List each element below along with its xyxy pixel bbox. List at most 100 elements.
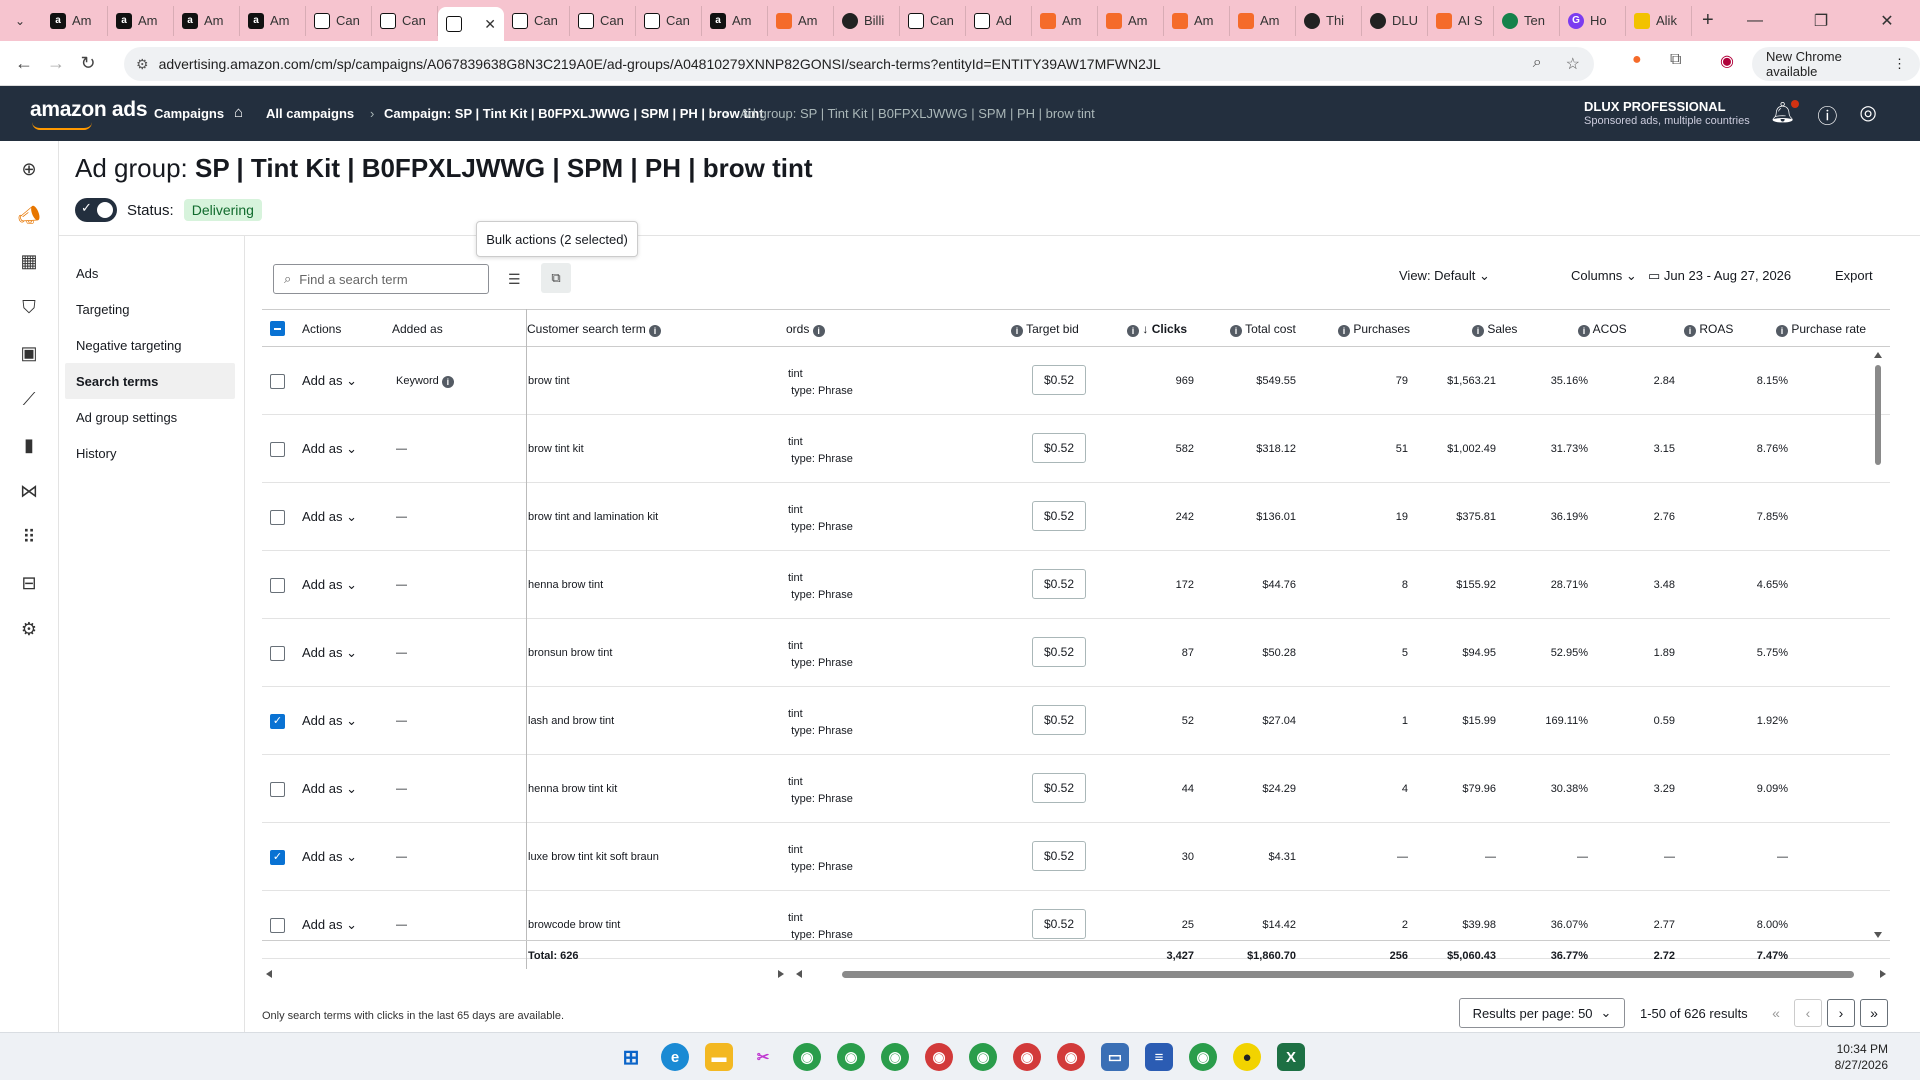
home-icon[interactable]: ⌂: [234, 104, 243, 121]
ad-group-toggle[interactable]: ✓: [75, 198, 117, 222]
header-purchases[interactable]: i Purchases: [1338, 322, 1410, 337]
target-bid-input[interactable]: $0.52: [1032, 433, 1086, 463]
add-as-dropdown[interactable]: Add as ⌄: [302, 645, 357, 661]
header-roas[interactable]: i ROAS: [1684, 322, 1733, 337]
file-explorer-icon[interactable]: ▬: [705, 1043, 733, 1071]
briefcase-icon[interactable]: ⊟: [17, 571, 41, 595]
notepad-icon[interactable]: ≡: [1145, 1043, 1173, 1071]
browser-tab[interactable]: G Ho: [1560, 5, 1626, 36]
bulk-actions-icon[interactable]: ⧉: [541, 263, 571, 293]
restore-icon[interactable]: ❐: [1788, 11, 1854, 31]
header-clicks[interactable]: i ↓ Clicks: [1127, 322, 1187, 337]
browser-tab[interactable]: Can: [636, 5, 702, 36]
reload-icon[interactable]: ↻: [72, 53, 104, 74]
target-bid-input[interactable]: $0.52: [1032, 365, 1086, 395]
row-checkbox[interactable]: [270, 374, 285, 389]
first-page-icon[interactable]: «: [1762, 999, 1790, 1027]
add-as-dropdown[interactable]: Add as ⌄: [302, 441, 357, 457]
shield-icon[interactable]: ⛉: [17, 295, 41, 319]
chrome-icon[interactable]: ◉: [1013, 1043, 1041, 1071]
line-chart-icon[interactable]: ⟋: [17, 387, 41, 411]
close-tab-icon[interactable]: ✕: [484, 16, 496, 33]
sidenav-item-ad-group-settings[interactable]: Ad group settings: [65, 399, 235, 435]
header-purchase-rate[interactable]: i Purchase rate: [1776, 322, 1866, 337]
browser-tab[interactable]: Can: [372, 5, 438, 36]
extension-icon[interactable]: ●: [1632, 51, 1642, 69]
breadcrumb-campaign[interactable]: Campaign: SP | Tint Kit | B0FPXLJWWG | S…: [384, 106, 764, 121]
user-icon[interactable]: ◎: [1859, 100, 1876, 129]
browser-tab[interactable]: Billi: [834, 5, 900, 36]
apps-grid-icon[interactable]: ⠿: [17, 525, 41, 549]
chrome-icon[interactable]: ◉: [1189, 1043, 1217, 1071]
sidenav-item-ads[interactable]: Ads: [65, 255, 235, 291]
site-info-icon[interactable]: ⚙: [136, 56, 149, 73]
browser-tab[interactable]: a Am: [702, 5, 768, 36]
breadcrumb-all-campaigns[interactable]: All campaigns: [266, 106, 354, 121]
add-as-dropdown[interactable]: Add as ⌄: [302, 781, 357, 797]
header-target-bid[interactable]: i Target bid: [1011, 322, 1079, 337]
browser-tab[interactable]: Am: [768, 5, 834, 36]
header-acos[interactable]: i ACOS: [1578, 322, 1627, 337]
last-page-icon[interactable]: »: [1860, 999, 1888, 1027]
browser-tab[interactable]: Am: [1164, 5, 1230, 36]
forward-icon[interactable]: →: [40, 53, 72, 74]
tab-search-icon[interactable]: ⌄: [8, 9, 32, 33]
row-checkbox[interactable]: [270, 578, 285, 593]
row-checkbox[interactable]: [270, 782, 285, 797]
browser-tab[interactable]: Thi: [1296, 5, 1362, 36]
sidenav-item-negative-targeting[interactable]: Negative targeting: [65, 327, 235, 363]
browser-tab[interactable]: Ten: [1494, 5, 1560, 36]
settings-icon[interactable]: ⚙: [17, 617, 41, 641]
browser-tab[interactable]: Can: [900, 5, 966, 36]
profile-icon[interactable]: ◉: [1720, 51, 1734, 71]
dashboard-icon[interactable]: ▦: [17, 249, 41, 273]
date-range-picker[interactable]: ▭ Jun 23 - Aug 27, 2026: [1648, 268, 1791, 284]
back-icon[interactable]: ←: [8, 53, 40, 74]
browser-tab[interactable]: Am: [1230, 5, 1296, 36]
sidenav-item-search-terms[interactable]: Search terms: [65, 363, 235, 399]
horizontal-scrollbar[interactable]: [262, 968, 1890, 980]
new-tab-icon[interactable]: +: [1702, 9, 1714, 32]
browser-tab[interactable]: ✕: [438, 7, 504, 41]
add-as-dropdown[interactable]: Add as ⌄: [302, 509, 357, 525]
browser-tab[interactable]: a Am: [174, 5, 240, 36]
row-checkbox[interactable]: ✓: [270, 714, 285, 729]
target-bid-input[interactable]: $0.52: [1032, 841, 1086, 871]
target-bid-input[interactable]: $0.52: [1032, 705, 1086, 735]
windows-start-icon[interactable]: ⊞: [617, 1043, 645, 1071]
amazon-ads-logo[interactable]: amazon ads: [30, 98, 148, 130]
columns-dropdown[interactable]: Columns ⌄: [1571, 268, 1637, 284]
chrome-icon[interactable]: ◉: [1057, 1043, 1085, 1071]
browser-tab[interactable]: Can: [306, 5, 372, 36]
browser-tab[interactable]: AI S: [1428, 5, 1494, 36]
browser-tab[interactable]: a Am: [108, 5, 174, 36]
filter-icon[interactable]: ☰: [508, 271, 521, 288]
browser-tab[interactable]: Can: [570, 5, 636, 36]
help-icon[interactable]: ⓘ: [1817, 100, 1837, 129]
add-as-dropdown[interactable]: Add as ⌄: [302, 849, 357, 865]
row-checkbox[interactable]: [270, 918, 285, 933]
browser-tab[interactable]: Alik: [1626, 5, 1692, 36]
add-as-dropdown[interactable]: Add as ⌄: [302, 917, 357, 933]
select-all-checkbox[interactable]: [270, 321, 285, 336]
target-bid-input[interactable]: $0.52: [1032, 569, 1086, 599]
prev-page-icon[interactable]: ‹: [1794, 999, 1822, 1027]
edge-icon[interactable]: e: [661, 1043, 689, 1071]
target-bid-input[interactable]: $0.52: [1032, 637, 1086, 667]
browser-tab[interactable]: a Am: [42, 5, 108, 36]
monitor-icon[interactable]: ▭: [1101, 1043, 1129, 1071]
close-window-icon[interactable]: ✕: [1854, 11, 1920, 31]
minimize-icon[interactable]: —: [1722, 12, 1788, 30]
browser-tab[interactable]: Ad: [966, 5, 1032, 36]
vertical-scrollbar[interactable]: [1873, 350, 1883, 940]
extensions-puzzle-icon[interactable]: ⧉: [1670, 51, 1681, 69]
header-total-cost[interactable]: i Total cost: [1230, 322, 1296, 337]
new-chrome-button[interactable]: New Chrome available ⋮: [1752, 47, 1920, 81]
account-switcher[interactable]: DLUX PROFESSIONAL Sponsored ads, multiple…: [1584, 100, 1750, 128]
view-dropdown[interactable]: View: Default ⌄: [1399, 268, 1490, 284]
system-clock[interactable]: 10:34 PM 8/27/2026: [1835, 1041, 1888, 1073]
row-checkbox[interactable]: [270, 646, 285, 661]
export-button[interactable]: Export: [1835, 268, 1873, 283]
add-as-dropdown[interactable]: Add as ⌄: [302, 577, 357, 593]
nav-campaigns[interactable]: Campaigns: [154, 106, 224, 121]
